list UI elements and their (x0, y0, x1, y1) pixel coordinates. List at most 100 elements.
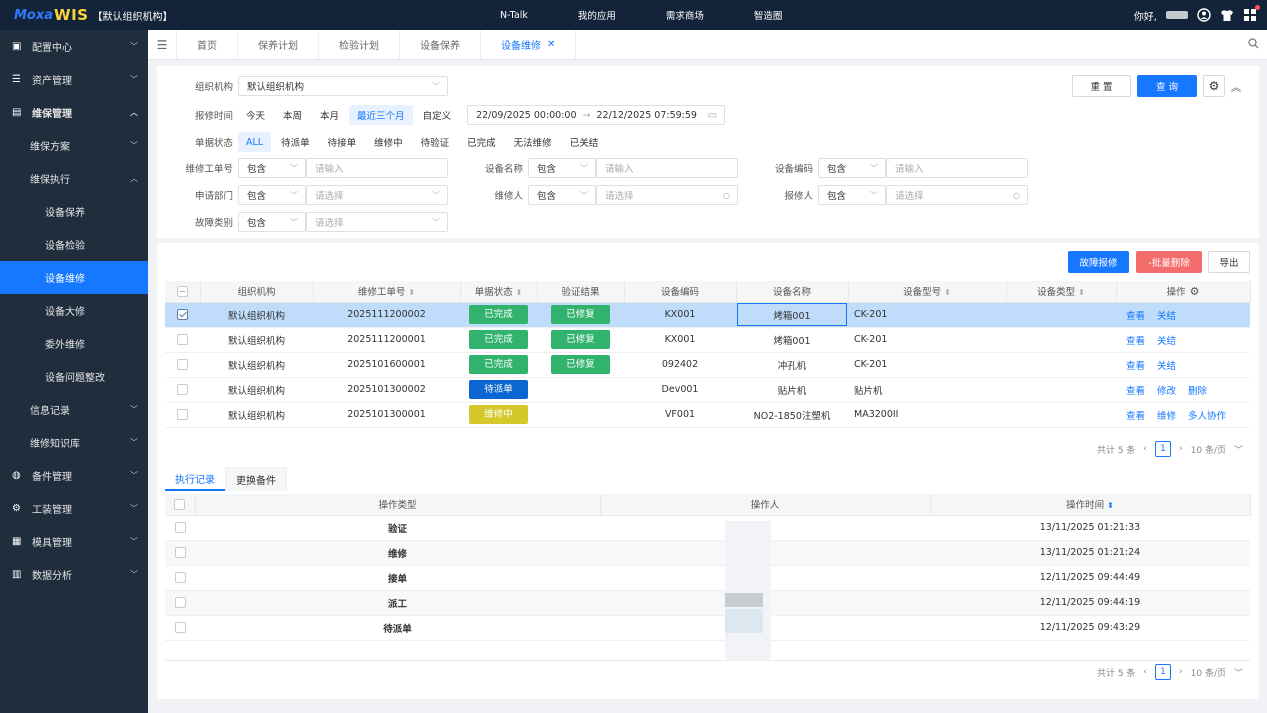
sidebar-item-spare-parts[interactable]: ◍ 备件管理 ﹀ (0, 459, 148, 492)
next-page-icon[interactable]: › (1179, 444, 1183, 454)
repairer-operator[interactable]: 包含 ﹀ (528, 185, 596, 205)
row-checkbox[interactable] (174, 547, 186, 558)
tab-home[interactable]: 首页 (176, 29, 237, 60)
user-icon[interactable] (1197, 8, 1211, 22)
export-button[interactable]: 导出 (1208, 251, 1250, 273)
sidebar-item-molds[interactable]: ▦ 模具管理 ﹀ (0, 525, 148, 558)
nav-demand-market[interactable]: 需求商场 (666, 8, 704, 22)
tab-equipment-upkeep[interactable]: 设备保养 (399, 29, 480, 60)
status-chip-repairing[interactable]: 维修中 (366, 132, 411, 152)
batch-delete-button[interactable]: -批量删除 (1136, 251, 1202, 273)
reporter-select[interactable]: 请选择 ○ (886, 185, 1028, 205)
fault-report-button[interactable]: 故障报修 (1068, 251, 1129, 273)
view-link[interactable]: 查看 (1126, 336, 1145, 347)
sidebar-item-outsourced-repair[interactable]: 委外维修 (0, 327, 148, 360)
sidebar-item-tooling[interactable]: ⚙ 工装管理 ﹀ (0, 492, 148, 525)
sort-desc-icon[interactable]: ⬍ (1107, 501, 1114, 510)
select-all-checkbox[interactable] (176, 285, 188, 297)
page-number[interactable]: 1 (1155, 441, 1172, 457)
column-settings-gear-icon[interactable]: ⚙ (1190, 285, 1200, 298)
tab-upkeep-plan[interactable]: 保养计划 (237, 29, 318, 60)
col-type[interactable]: 设备类型 ⬍ (1006, 281, 1117, 303)
select-all-checkbox[interactable] (174, 498, 186, 510)
table-row[interactable]: 默认组织机构 2025111200001 已完成 已修复 KX001 烤箱001… (165, 327, 1250, 353)
close-link[interactable]: 关结 (1157, 311, 1176, 322)
menu-toggle-icon[interactable]: ☰ (148, 38, 176, 52)
repairer-select[interactable]: 请选择 ○ (596, 185, 738, 205)
sidebar-item-equipment-upkeep[interactable]: 设备保养 (0, 195, 148, 228)
page-size-select[interactable]: 10 条/页 (1191, 443, 1226, 456)
query-button[interactable]: 查 询 (1137, 75, 1197, 97)
tab-inspection-plan[interactable]: 检验计划 (318, 29, 399, 60)
dept-select[interactable]: 请选择 ﹀ (306, 185, 448, 205)
page-size-select[interactable]: 10 条/页 (1191, 666, 1226, 679)
sidebar-item-maintenance-mgmt[interactable]: ▤ 维保管理 ︿ (0, 96, 148, 129)
sidebar-item-maintenance-exec[interactable]: 维保执行 ︿ (0, 162, 148, 195)
log-row[interactable]: 派工 12/11/2025 09:44:19 (165, 590, 1250, 616)
row-checkbox[interactable] (174, 522, 186, 533)
status-chip-pending-verify[interactable]: 待验证 (413, 132, 458, 152)
sidebar-item-equipment-repair[interactable]: 设备维修 (0, 261, 148, 294)
org-select[interactable]: 默认组织机构 ﹀ (238, 76, 448, 96)
time-chip-month[interactable]: 本月 (312, 105, 347, 125)
log-row[interactable]: 待派单 12/11/2025 09:43:29 (165, 615, 1250, 641)
row-checkbox[interactable] (174, 572, 186, 583)
tab-exec-records[interactable]: 执行记录 (165, 467, 225, 491)
sidebar-item-issue-rectification[interactable]: 设备问题整改 (0, 360, 148, 393)
shirt-icon[interactable] (1220, 8, 1234, 22)
edit-link[interactable]: 修改 (1157, 386, 1176, 397)
reporter-operator[interactable]: 包含 ﹀ (818, 185, 886, 205)
search-icon[interactable]: ○ (723, 191, 730, 200)
col-model[interactable]: 设备型号 ⬍ (848, 281, 1007, 303)
equipment-code-input[interactable]: 请输入 (886, 158, 1028, 178)
col-status[interactable]: 单据状态 ⬍ (460, 281, 538, 303)
sidebar-item-maintenance-plan[interactable]: 维保方案 ﹀ (0, 129, 148, 162)
close-link[interactable]: 关结 (1157, 361, 1176, 372)
order-no-input[interactable]: 请输入 (306, 158, 448, 178)
table-row[interactable]: 默认组织机构 2025101600001 已完成 已修复 092402 冲孔机 … (165, 352, 1250, 378)
col-order-no[interactable]: 维修工单号 ⬍ (313, 281, 461, 303)
close-link[interactable]: 关结 (1157, 336, 1176, 347)
status-chip-closed[interactable]: 已关结 (562, 132, 607, 152)
sidebar-item-asset-mgmt[interactable]: ☰ 资产管理 ﹀ (0, 63, 148, 96)
tab-replace-parts[interactable]: 更换备件 (225, 467, 287, 491)
settings-gear-icon[interactable]: ⚙ (1203, 75, 1225, 97)
fault-type-select[interactable]: 请选择 ﹀ (306, 212, 448, 232)
col-op-time[interactable]: 操作时间 ⬍ (930, 494, 1251, 516)
time-chip-three-months[interactable]: 最近三个月 (349, 105, 413, 125)
row-checkbox[interactable] (177, 334, 188, 345)
prev-page-icon[interactable]: ‹ (1143, 667, 1147, 677)
table-row[interactable]: 默认组织机构 2025101300001 维修中 VF001 NO2-1850注… (165, 402, 1250, 428)
date-range-picker[interactable]: 22/09/2025 00:00:00 → 22/12/2025 07:59:5… (467, 105, 726, 125)
next-page-icon[interactable]: › (1179, 667, 1183, 677)
dept-operator[interactable]: 包含 ﹀ (238, 185, 306, 205)
prev-page-icon[interactable]: ‹ (1143, 444, 1147, 454)
nav-my-apps[interactable]: 我的应用 (578, 8, 616, 22)
sort-icon[interactable]: ⬍ (1078, 288, 1085, 297)
status-chip-all[interactable]: ALL (238, 132, 272, 152)
reset-button[interactable]: 重 置 (1072, 75, 1131, 97)
sidebar-item-data-analysis[interactable]: ▥ 数据分析 ﹀ (0, 558, 148, 591)
logo[interactable]: Moxa WIS 【默认组织机构】 (0, 6, 172, 24)
row-checkbox[interactable] (177, 409, 188, 420)
apps-grid-icon[interactable] (1243, 5, 1260, 22)
search-icon[interactable]: ○ (1013, 191, 1020, 200)
time-chip-today[interactable]: 今天 (238, 105, 273, 125)
row-checkbox[interactable] (177, 359, 188, 370)
repair-link[interactable]: 维修 (1157, 411, 1176, 422)
collaborate-link[interactable]: 多人协作 (1188, 411, 1226, 422)
view-link[interactable]: 查看 (1126, 311, 1145, 322)
time-chip-custom[interactable]: 自定义 (415, 105, 460, 125)
view-link[interactable]: 查看 (1126, 361, 1145, 372)
view-link[interactable]: 查看 (1126, 411, 1145, 422)
status-chip-completed[interactable]: 已完成 (459, 132, 504, 152)
sort-icon[interactable]: ⬍ (944, 288, 951, 297)
sort-icon[interactable]: ⬍ (516, 288, 523, 297)
equipment-name-operator[interactable]: 包含 ﹀ (528, 158, 596, 178)
nav-ntalk[interactable]: N-Talk (500, 10, 528, 21)
collapse-chevron-up-icon[interactable]: ︽ (1231, 79, 1241, 94)
log-row[interactable]: 验证 13/11/2025 01:21:33 (165, 515, 1250, 541)
delete-link[interactable]: 删除 (1188, 386, 1207, 397)
status-chip-unrepairable[interactable]: 无法维修 (506, 132, 560, 152)
sidebar-item-config-center[interactable]: ▣ 配置中心 ﹀ (0, 30, 148, 63)
